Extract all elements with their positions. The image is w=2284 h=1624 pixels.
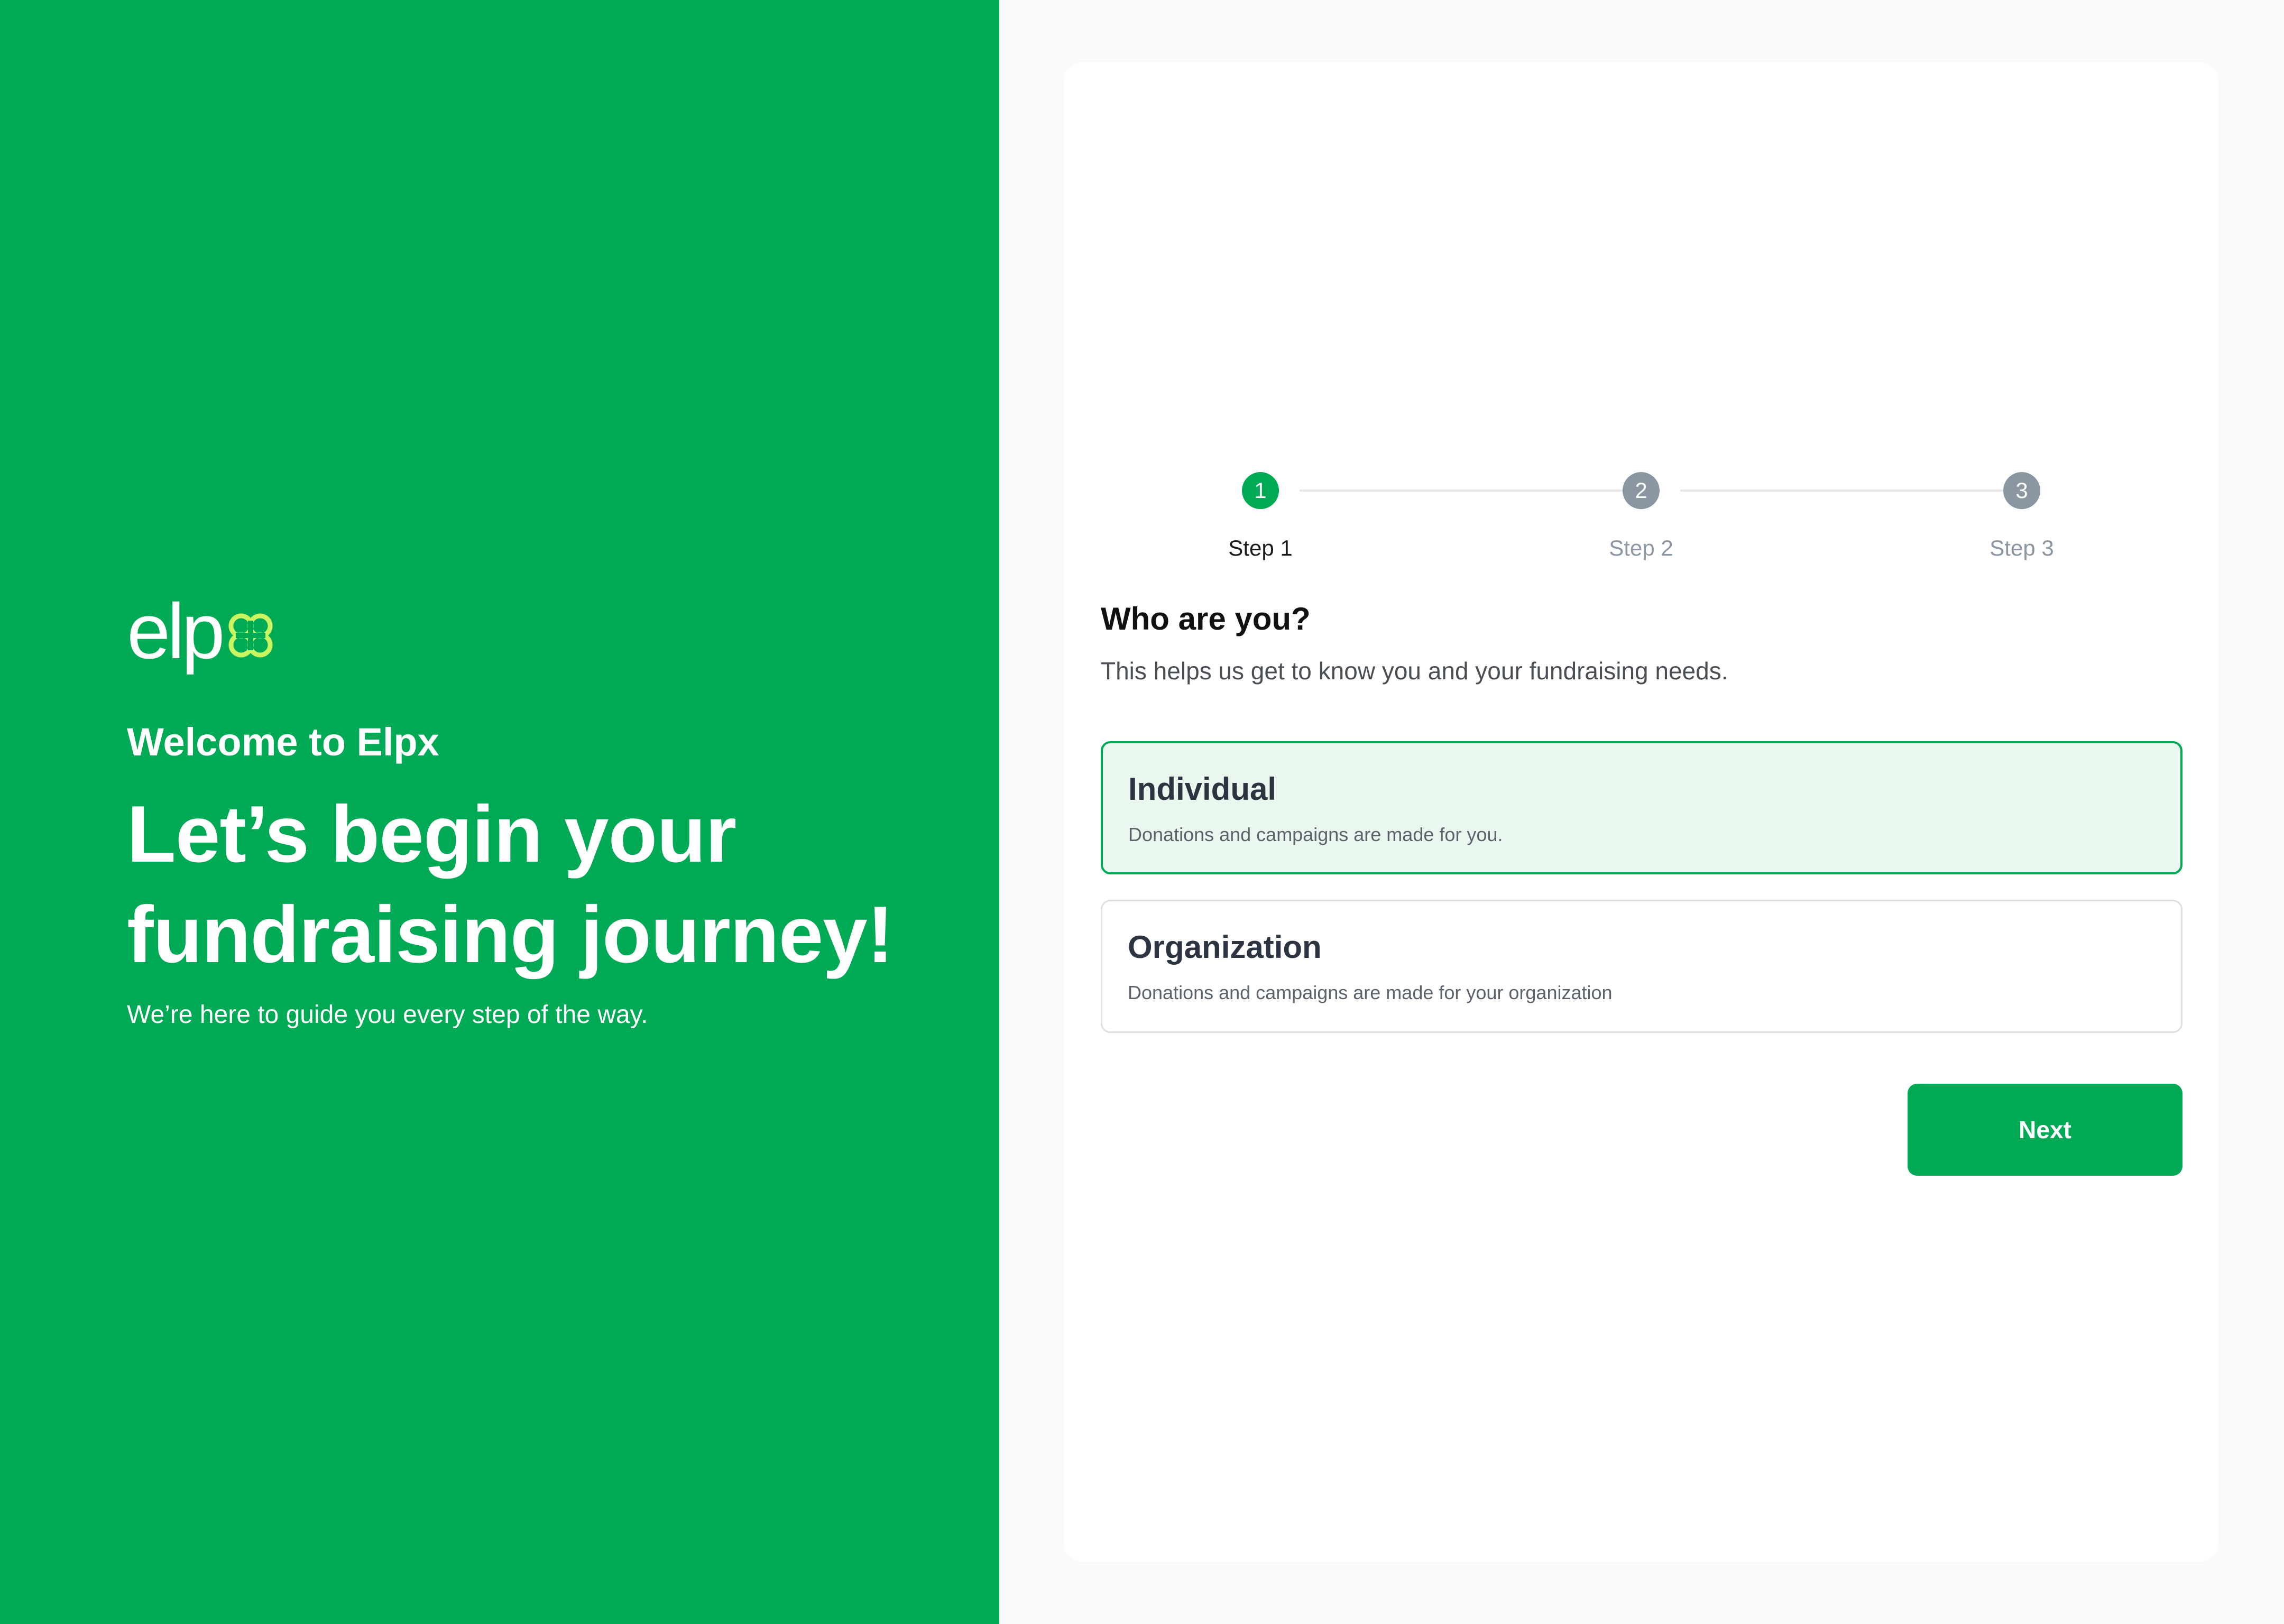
question-title: Who are you? bbox=[1101, 601, 1311, 636]
step-2-label: Step 2 bbox=[1609, 536, 1673, 560]
clover-x-icon bbox=[228, 613, 273, 658]
welcome-content: elp Welcome to Elpx Let’s begin your fun… bbox=[127, 589, 952, 1030]
option-organization-description: Donations and campaigns are made for you… bbox=[1128, 982, 1613, 1003]
step-1-indicator: 1 bbox=[1242, 472, 1279, 509]
step-3-label: Step 3 bbox=[1990, 536, 2054, 560]
headline-line-1: Let’s begin your bbox=[127, 789, 736, 879]
welcome-panel: elp Welcome to Elpx Let’s begin your fun… bbox=[0, 0, 999, 1624]
next-button[interactable]: Next bbox=[1908, 1084, 2182, 1176]
welcome-title: Welcome to Elpx bbox=[127, 720, 439, 764]
logo-wordmark: elp bbox=[127, 588, 225, 675]
question-subtext: This helps us get to know you and your f… bbox=[1101, 657, 1728, 685]
headline-line-2: fundraising journey! bbox=[127, 890, 894, 980]
onboarding-card: 1 Step 1 2 Step 2 3 Step 3 Who are you? … bbox=[1064, 62, 2218, 1562]
option-individual-title: Individual bbox=[1128, 771, 1277, 807]
elpx-logo: elp bbox=[127, 589, 952, 674]
step-3-indicator: 3 bbox=[2003, 472, 2040, 509]
step-2: 2 Step 2 bbox=[1562, 447, 1720, 561]
option-organization-title: Organization bbox=[1128, 929, 1322, 965]
step-1: 1 Step 1 bbox=[1181, 447, 1340, 561]
option-individual[interactable]: Individual Donations and campaigns are m… bbox=[1101, 741, 2182, 874]
step-3: 3 Step 3 bbox=[1942, 447, 2101, 561]
option-organization[interactable]: Organization Donations and campaigns are… bbox=[1101, 900, 2182, 1033]
tagline: We’re here to guide you every step of th… bbox=[127, 1001, 648, 1029]
step-1-label: Step 1 bbox=[1228, 536, 1293, 560]
step-2-indicator: 2 bbox=[1623, 472, 1660, 509]
option-individual-description: Donations and campaigns are made for you… bbox=[1128, 824, 1503, 845]
headline: Let’s begin your fundraising journey! bbox=[127, 784, 952, 985]
stepper: 1 Step 1 2 Step 2 3 Step 3 bbox=[1064, 447, 2218, 560]
